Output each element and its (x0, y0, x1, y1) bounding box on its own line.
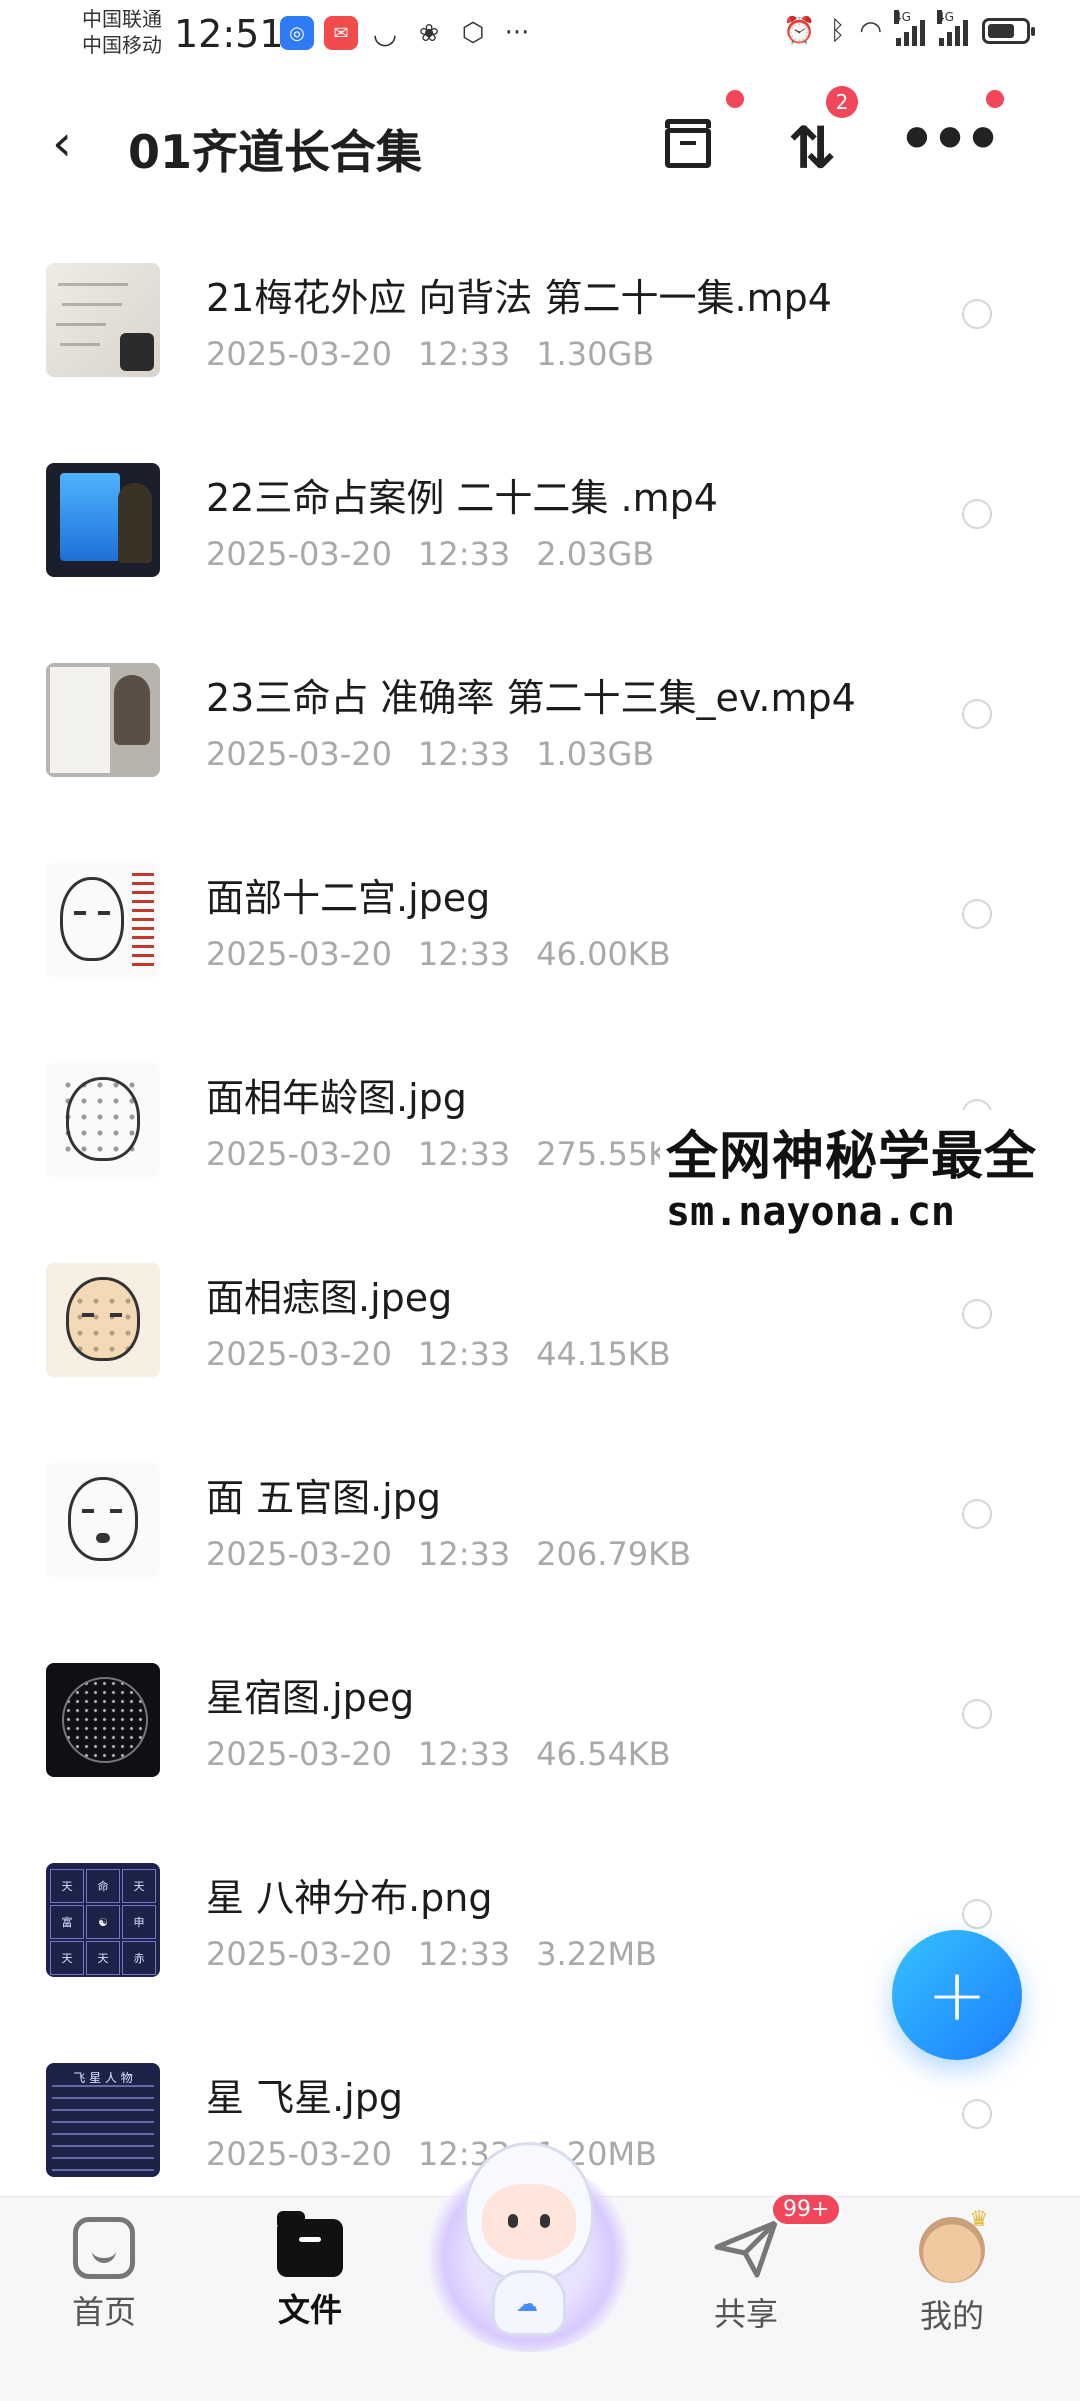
more-button[interactable]: ••• (898, 105, 1001, 188)
select-radio[interactable] (962, 2099, 992, 2129)
folder-icon (277, 2211, 343, 2277)
image-thumbnail (46, 1463, 160, 1577)
assistant-mascot-button[interactable]: ☁ (424, 2122, 634, 2352)
share-badge: 99+ (770, 2192, 843, 2227)
more-notification-dot (986, 90, 1004, 108)
file-name: 23三命占 准确率 第二十三集_ev.mp4 (206, 676, 856, 720)
select-radio[interactable] (962, 299, 992, 329)
file-meta: 2025-03-20 12:33 206.79KB (206, 1535, 692, 1573)
file-meta: 2025-03-20 12:33 46.54KB (206, 1735, 671, 1773)
select-radio[interactable] (962, 699, 992, 729)
file-name: 星 八神分布.png (206, 1876, 493, 1920)
nav-files-label: 文件 (277, 2291, 342, 2329)
transfer-button[interactable]: ⇅ (772, 108, 852, 188)
file-meta: 2025-03-20 12:33 2.03GB (206, 535, 655, 573)
nav-share[interactable]: 共享 (666, 2217, 826, 2335)
archive-button[interactable] (648, 108, 728, 188)
image-thumbnail (46, 1663, 160, 1777)
file-row[interactable]: 23三命占 准确率 第二十三集_ev.mp4 2025-03-20 12:33 1.… (0, 647, 1080, 847)
image-thumbnail: 天命天 富 ☯ 申 天天赤 (46, 1863, 160, 1977)
file-row[interactable]: 面相痣图.jpeg 2025-03-20 12:33 44.15KB (0, 1247, 1080, 1447)
file-name: 22三命占案例 二十二集 .mp4 (206, 476, 718, 520)
file-meta: 2025-03-20 12:33 1.30GB (206, 335, 655, 373)
file-row[interactable]: 面部十二宫.jpeg 2025-03-20 12:33 46.00KB (0, 847, 1080, 1047)
select-radio[interactable] (962, 1699, 992, 1729)
file-meta: 2025-03-20 12:33 3.22MB (206, 1935, 657, 1973)
nav-home-label: 首页 (71, 2293, 136, 2331)
watermark: 全网神秘学最全 sm.nayona.cn (660, 1110, 1048, 1243)
carrier-info: 中国联通 中国移动 (82, 6, 162, 58)
file-name: 面部十二宫.jpeg (206, 876, 491, 920)
video-thumbnail (46, 663, 160, 777)
watermark-line-1: 全网神秘学最全 (666, 1127, 1038, 1187)
alarm-icon: ⏰ (783, 16, 816, 46)
shield-notification-icon: ◡ (372, 16, 398, 50)
file-row[interactable]: 22三命占案例 二十二集 .mp4 2025-03-20 12:33 2.03GB (0, 447, 1080, 647)
bluetooth-icon: ᛒ (829, 16, 846, 46)
battery-icon (982, 18, 1035, 44)
image-thumbnail (46, 863, 160, 977)
system-icons: ⏰ ᛒ ◠ 4G 4G (783, 10, 1035, 46)
paw-notification-icon: ❀ (418, 19, 440, 47)
file-name: 面相年龄图.jpg (206, 1076, 467, 1120)
carrier-2: 中国移动 (82, 33, 162, 57)
nav-files[interactable]: 文件 (230, 2211, 390, 2331)
mail-notification-icon: ✉ (324, 16, 358, 50)
signal-icon-1: 4G (894, 10, 925, 46)
add-button[interactable]: + (892, 1930, 1022, 2060)
hexagon-notification-icon: ⬡ (461, 18, 485, 48)
page-title: 01齐道长合集 (128, 125, 423, 179)
signal-icon-2: 4G (937, 10, 968, 46)
select-radio[interactable] (962, 499, 992, 529)
file-name: 星 飞星.jpg (206, 2076, 403, 2120)
carrier-1: 中国联通 (82, 7, 162, 31)
file-meta: 2025-03-20 12:33 46.00KB (206, 935, 671, 973)
archive-icon (665, 119, 711, 168)
file-name: 21梅花外应 向背法 第二十一集.mp4 (206, 276, 832, 320)
video-thumbnail (46, 463, 160, 577)
video-thumbnail (46, 263, 160, 377)
back-button[interactable]: ‹ (52, 118, 72, 168)
archive-notification-dot (726, 90, 744, 108)
select-radio[interactable] (962, 1499, 992, 1529)
select-radio[interactable] (962, 1299, 992, 1329)
file-name: 面 五官图.jpg (206, 1476, 441, 1520)
nav-mine-label: 我的 (919, 2297, 984, 2335)
nav-share-label: 共享 (713, 2295, 778, 2333)
wifi-icon: ◠ (859, 16, 882, 46)
file-meta: 2025-03-20 12:33 275.55KB (206, 1135, 692, 1173)
file-name: 星宿图.jpeg (206, 1676, 415, 1720)
file-row[interactable]: 21梅花外应 向背法 第二十一集.mp4 2025-03-20 12:33 1.30… (0, 247, 1080, 447)
select-radio[interactable] (962, 1899, 992, 1929)
file-meta: 2025-03-20 12:33 44.15KB (206, 1335, 671, 1373)
nav-mine[interactable]: ♛ 我的 (872, 2207, 1032, 2337)
notification-icons: ◎ ✉ ◡ ❀ ⬡ ··· (280, 16, 534, 50)
avatar: ♛ (919, 2207, 989, 2283)
transfer-badge: 2 (826, 86, 858, 118)
image-thumbnail: 飞 星 人 物 (46, 2063, 160, 2177)
status-bar: 中国联通 中国移动 12:51 ◎ ✉ ◡ ❀ ⬡ ··· ⏰ ᛒ ◠ 4G 4… (0, 0, 1080, 80)
nav-home[interactable]: 首页 (24, 2217, 184, 2333)
file-name: 面相痣图.jpeg (206, 1276, 453, 1320)
watermark-line-2: sm.nayona.cn (666, 1189, 955, 1235)
more-icon: ••• (898, 105, 1001, 173)
file-row[interactable]: 星宿图.jpeg 2025-03-20 12:33 46.54KB (0, 1647, 1080, 1847)
paper-plane-icon (711, 2217, 781, 2281)
more-notifications-icon: ··· (504, 18, 530, 48)
plus-icon: + (926, 1953, 988, 2037)
crown-icon: ♛ (969, 2207, 989, 2232)
image-thumbnail (46, 1263, 160, 1377)
home-icon (73, 2217, 135, 2279)
select-radio[interactable] (962, 899, 992, 929)
transfer-icon: ⇅ (787, 114, 837, 182)
file-row[interactable]: 面 五官图.jpg 2025-03-20 12:33 206.79KB (0, 1447, 1080, 1647)
file-meta: 2025-03-20 12:33 1.03GB (206, 735, 655, 773)
app-notification-icon: ◎ (280, 16, 314, 50)
header: ‹ 01齐道长合集 ⇅ 2 ••• (0, 86, 1080, 200)
clock: 12:51 (174, 12, 284, 56)
image-thumbnail (46, 1063, 160, 1177)
cloud-logo-icon: ☁ (516, 2292, 538, 2317)
